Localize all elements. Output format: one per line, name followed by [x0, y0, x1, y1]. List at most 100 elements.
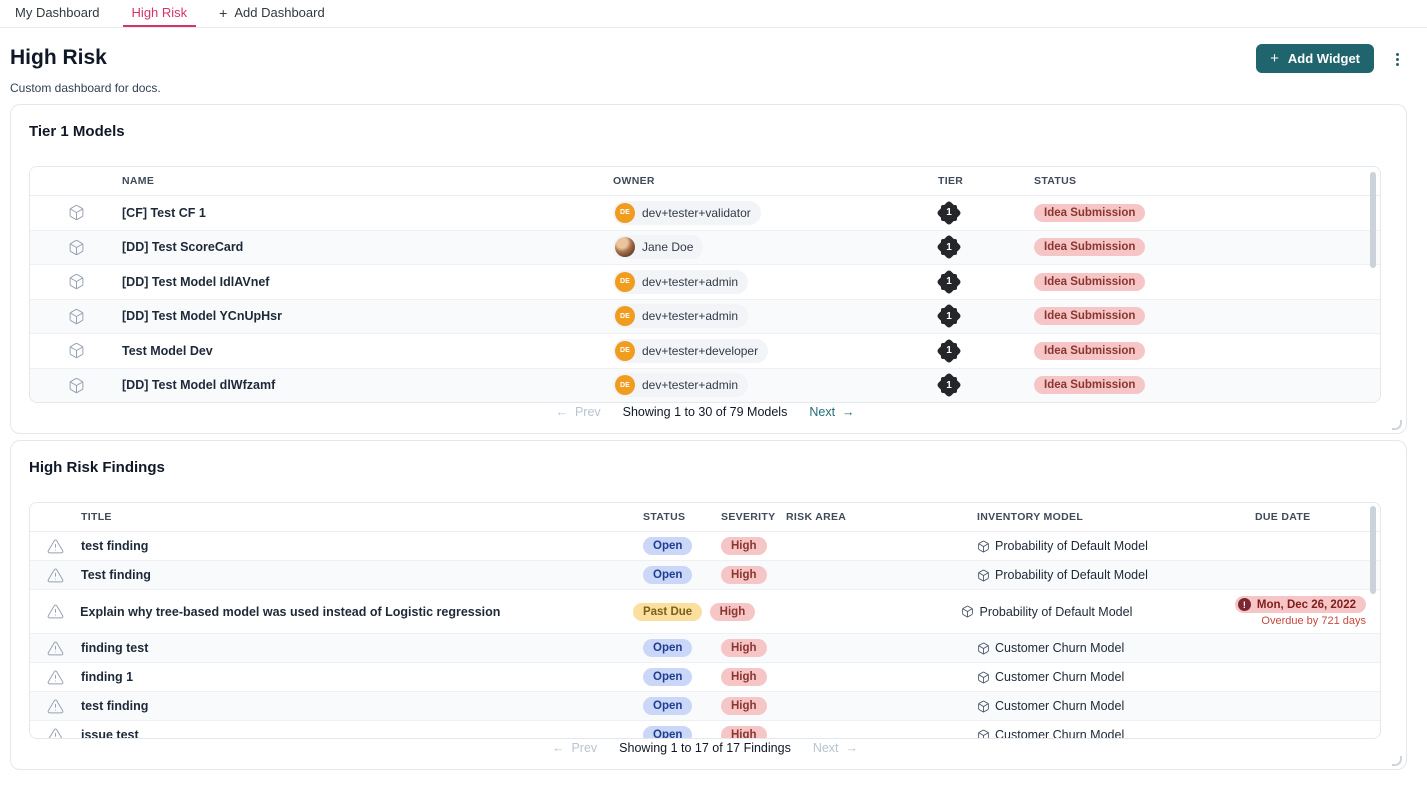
- owner-cell: DE dev+tester+developer: [613, 339, 938, 363]
- prev-button[interactable]: ← Prev: [555, 405, 600, 419]
- column-header-risk-area: RISK AREA: [786, 511, 977, 523]
- finding-title: finding 1: [81, 670, 643, 684]
- model-name: [DD] Test ScoreCard: [122, 240, 613, 254]
- model-icon-cell: [30, 308, 122, 325]
- status-badge: Open: [643, 537, 692, 555]
- warning-triangle-icon: [47, 538, 64, 555]
- table-row[interactable]: [CF] Test CF 1 DE dev+tester+validator 1…: [30, 196, 1380, 231]
- dashboard-tabs: My Dashboard High Risk + Add Dashboard: [0, 0, 1427, 28]
- next-button[interactable]: Next →: [809, 405, 854, 419]
- page-subtitle: Custom dashboard for docs.: [10, 81, 161, 95]
- tier-badge: 1: [936, 372, 962, 398]
- finding-icon-cell: [30, 669, 81, 686]
- table-row[interactable]: [DD] Test ScoreCard Jane Doe 1 Idea Subm…: [30, 231, 1380, 266]
- table-row[interactable]: test finding Open High Customer Churn Mo…: [30, 692, 1380, 721]
- tier-cell: 1: [938, 200, 1034, 226]
- next-label: Next: [813, 741, 839, 755]
- inventory-model-name: Probability of Default Model: [979, 605, 1132, 619]
- status-cell: Open: [643, 566, 721, 584]
- warning-triangle-icon: [47, 669, 64, 686]
- widget-card-high-risk-findings: High Risk Findings TITLE STATUS SEVERITY…: [10, 440, 1407, 770]
- inventory-model-cell: Probability of Default Model: [977, 539, 1255, 553]
- column-header-title: TITLE: [81, 511, 643, 523]
- column-header-tier: TIER: [938, 175, 1034, 187]
- plus-icon: +: [219, 5, 227, 21]
- table-row[interactable]: Test Model Dev DE dev+tester+developer 1…: [30, 334, 1380, 369]
- status-cell: Idea Submission: [1034, 204, 1380, 222]
- owner-chip: DE dev+tester+admin: [613, 373, 748, 397]
- model-cube-icon: [977, 671, 990, 684]
- table-row[interactable]: finding test Open High Customer Churn Mo…: [30, 634, 1380, 663]
- model-name: [DD] Test Model IdlAVnef: [122, 275, 613, 289]
- severity-badge: High: [721, 537, 767, 555]
- owner-cell: Jane Doe: [613, 235, 938, 259]
- model-cube-icon: [977, 540, 990, 553]
- status-badge: Open: [643, 726, 692, 739]
- owner-cell: DE dev+tester+admin: [613, 304, 938, 328]
- owner-chip: DE dev+tester+developer: [613, 339, 768, 363]
- widget-card-tier1-models: Tier 1 Models NAME OWNER TIER STATUS [CF…: [10, 104, 1407, 434]
- inventory-model-name: Customer Churn Model: [995, 728, 1124, 739]
- tab-add-dashboard[interactable]: + Add Dashboard: [210, 0, 334, 27]
- severity-cell: High: [721, 537, 786, 555]
- inventory-model-cell: Probability of Default Model: [961, 605, 1234, 619]
- owner-name: dev+tester+developer: [642, 344, 758, 358]
- owner-name: dev+tester+admin: [642, 378, 738, 392]
- table-row[interactable]: finding 1 Open High Customer Churn Model: [30, 663, 1380, 692]
- severity-badge: High: [721, 697, 767, 715]
- table-row[interactable]: Test finding Open High Probability of De…: [30, 561, 1380, 590]
- status-cell: Open: [643, 697, 721, 715]
- tier-badge: 1: [936, 200, 962, 226]
- finding-icon-cell: [30, 727, 81, 740]
- column-header-status: STATUS: [1034, 175, 1380, 187]
- tab-high-risk[interactable]: High Risk: [123, 0, 197, 27]
- model-name: [CF] Test CF 1: [122, 206, 613, 220]
- add-widget-button[interactable]: + Add Widget: [1256, 44, 1374, 73]
- status-badge: Open: [643, 668, 692, 686]
- next-button[interactable]: Next →: [813, 741, 858, 755]
- next-arrow-icon: →: [846, 741, 859, 755]
- widget-resize-handle[interactable]: [1392, 756, 1402, 766]
- avatar: DE: [615, 272, 635, 292]
- more-options-button[interactable]: [1388, 49, 1406, 69]
- inventory-model-name: Probability of Default Model: [995, 568, 1148, 582]
- model-icon-cell: [30, 239, 122, 256]
- table-row[interactable]: test finding Open High Probability of De…: [30, 532, 1380, 561]
- table-row[interactable]: [DD] Test Model YCnUpHsr DE dev+tester+a…: [30, 300, 1380, 335]
- table-header: TITLE STATUS SEVERITY RISK AREA INVENTOR…: [30, 503, 1380, 532]
- add-widget-label: Add Widget: [1288, 51, 1360, 66]
- table-scrollbar[interactable]: [1370, 172, 1376, 268]
- tier-cell: 1: [938, 269, 1034, 295]
- column-header-due-date: DUE DATE: [1255, 511, 1380, 523]
- status-badge: Idea Submission: [1034, 376, 1145, 394]
- status-cell: Idea Submission: [1034, 342, 1380, 360]
- avatar: DE: [615, 306, 635, 326]
- tier-number: 1: [936, 200, 962, 226]
- owner-chip: DE dev+tester+admin: [613, 270, 748, 294]
- severity-badge: High: [721, 566, 767, 584]
- status-badge: Idea Submission: [1034, 342, 1145, 360]
- table-scrollbar[interactable]: [1370, 506, 1376, 594]
- table-row[interactable]: issue test Open High Customer Churn Mode…: [30, 721, 1380, 739]
- status-badge: Open: [643, 566, 692, 584]
- owner-name: dev+tester+admin: [642, 275, 738, 289]
- model-cube-icon: [68, 204, 85, 221]
- prev-button[interactable]: ← Prev: [552, 741, 597, 755]
- tier-cell: 1: [938, 372, 1034, 398]
- model-cube-icon: [68, 273, 85, 290]
- widget-resize-handle[interactable]: [1392, 420, 1402, 430]
- due-date-cell: ! Mon, Dec 26, 2022 Overdue by 721 days: [1235, 596, 1380, 627]
- severity-cell: High: [721, 668, 786, 686]
- table-row[interactable]: [DD] Test Model dlWfzamf DE dev+tester+a…: [30, 369, 1380, 404]
- model-name: Test Model Dev: [122, 344, 613, 358]
- tab-my-dashboard[interactable]: My Dashboard: [6, 0, 109, 27]
- table-row[interactable]: Explain why tree-based model was used in…: [30, 590, 1380, 634]
- finding-title: finding test: [81, 641, 643, 655]
- prev-arrow-icon: ←: [552, 741, 565, 755]
- owner-cell: DE dev+tester+admin: [613, 270, 938, 294]
- table-row[interactable]: [DD] Test Model IdlAVnef DE dev+tester+a…: [30, 265, 1380, 300]
- model-cube-icon: [68, 342, 85, 359]
- inventory-model-name: Customer Churn Model: [995, 670, 1124, 684]
- owner-chip: DE dev+tester+admin: [613, 304, 748, 328]
- inventory-model-cell: Customer Churn Model: [977, 670, 1255, 684]
